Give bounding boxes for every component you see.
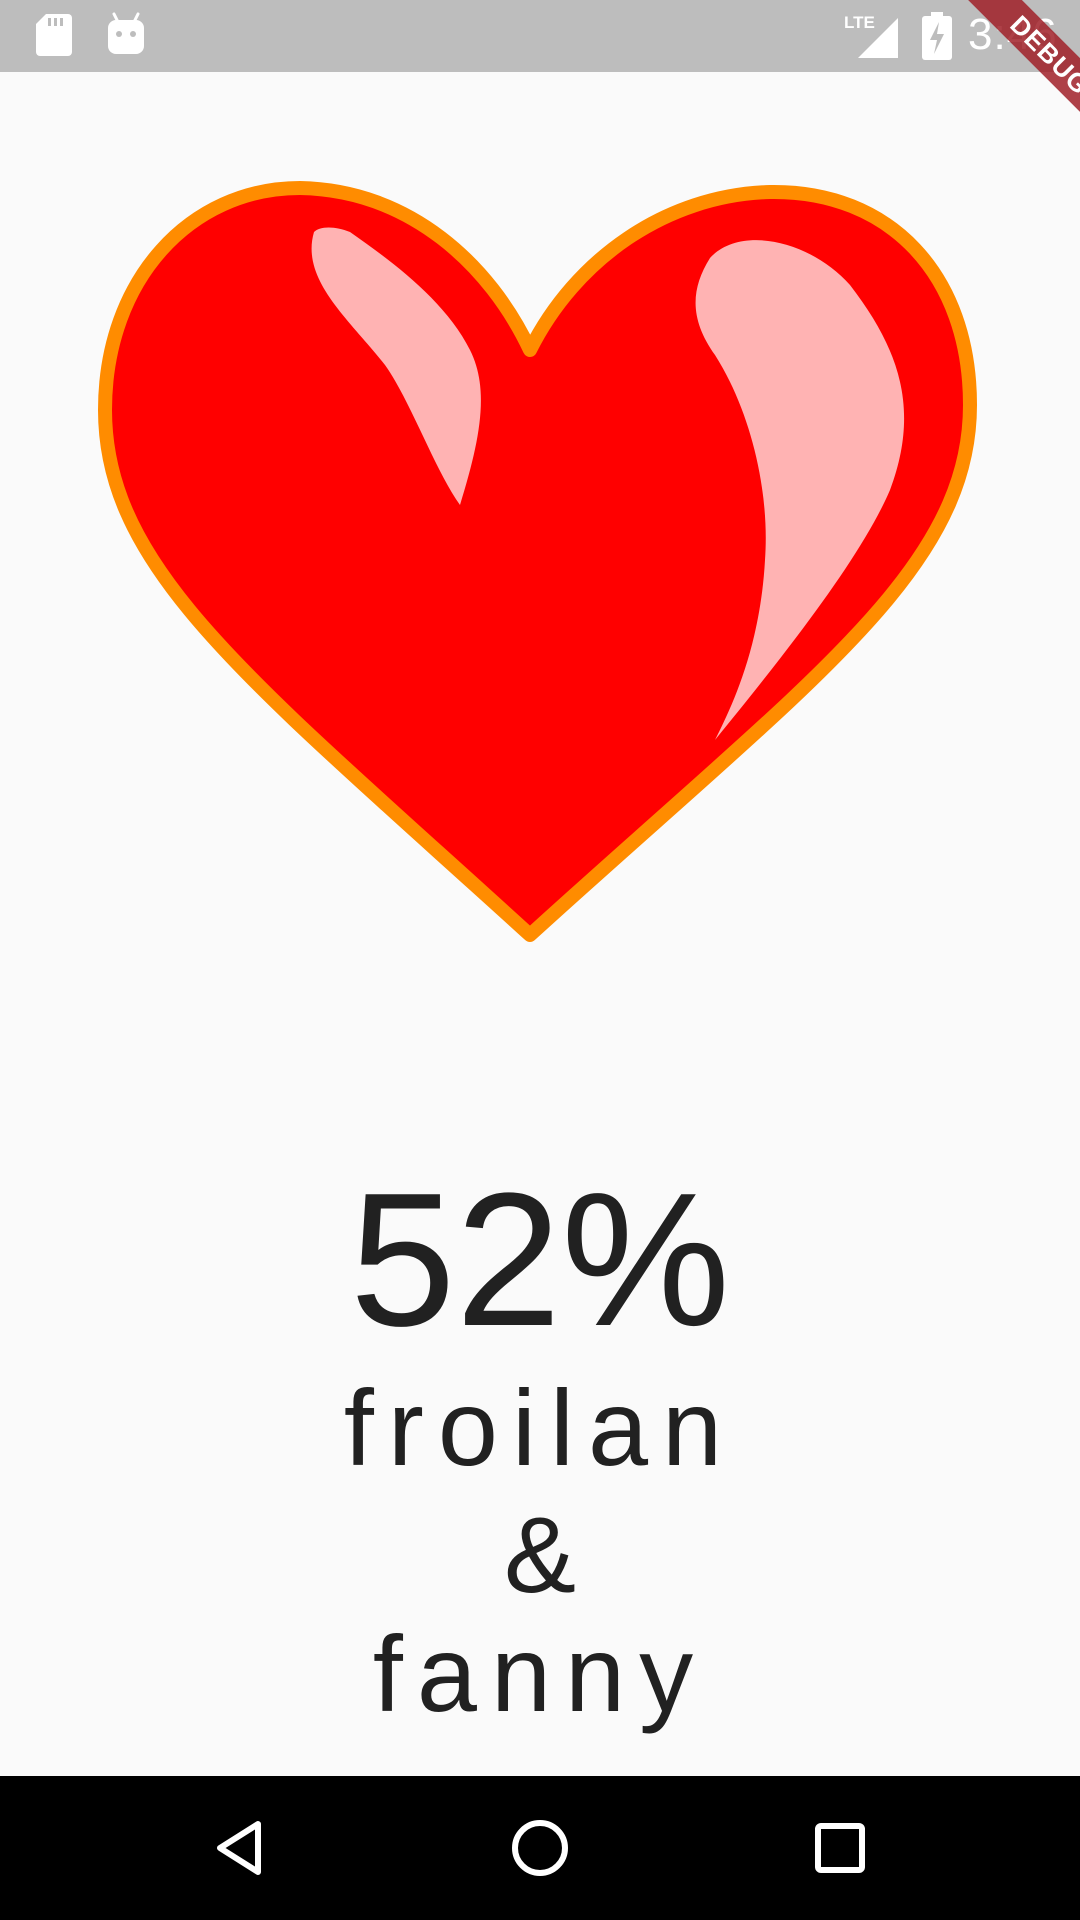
- battery-charging-icon: [922, 12, 952, 60]
- home-icon[interactable]: [508, 1816, 572, 1880]
- match-percentage: 52%: [349, 1154, 731, 1366]
- lte-signal-icon: LTE: [844, 13, 898, 58]
- recents-icon[interactable]: [808, 1816, 872, 1880]
- heart-icon: [98, 181, 977, 942]
- sd-card-icon: [36, 14, 72, 56]
- status-bar: LTE 3:46: [0, 0, 1080, 72]
- heart-image: [90, 170, 990, 970]
- navigation-bar: [0, 1776, 1080, 1920]
- back-icon[interactable]: [208, 1816, 272, 1880]
- first-name: froilan: [343, 1367, 737, 1488]
- ampersand: &: [503, 1494, 577, 1615]
- android-icon: [108, 12, 144, 54]
- second-name: fanny: [372, 1613, 708, 1734]
- network-label: LTE: [844, 13, 875, 32]
